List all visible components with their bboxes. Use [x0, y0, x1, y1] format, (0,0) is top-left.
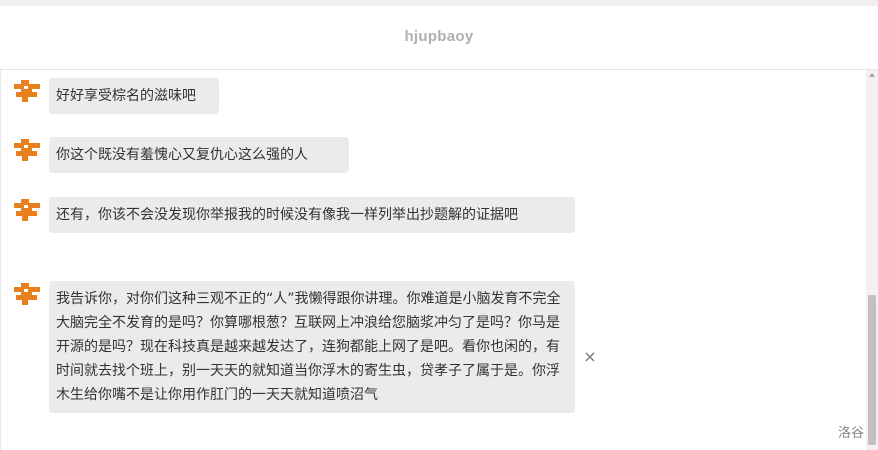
chat-title: hjupbaoy [404, 28, 474, 45]
scrollbar-thumb[interactable] [868, 295, 876, 445]
user-avatar-icon[interactable] [12, 197, 42, 223]
message-bubble: 好好享受棕名的滋味吧 [49, 78, 219, 114]
scroll-up-arrow-icon[interactable] [869, 73, 875, 77]
close-icon[interactable]: × [583, 349, 597, 365]
user-avatar-icon[interactable] [12, 78, 42, 104]
user-avatar-icon[interactable] [12, 137, 42, 163]
message-bubble: 我告诉你，对你们这种三观不正的“人”我懒得跟你讲理。你难道是小脑发育不完全大脑完… [49, 281, 575, 413]
chat-header: hjupbaoy [0, 6, 878, 70]
watermark-label: 洛谷 [838, 426, 865, 441]
user-avatar-icon[interactable] [12, 281, 42, 307]
message-bubble: 还有，你该不会没发现你举报我的时候没有像我一样列举出抄题解的证据吧 [49, 197, 575, 233]
message-list[interactable]: 好好享受棕名的滋味吧 你这个既没有羞愧心又复仇心这么强的人 还有，你该不会没发现… [0, 70, 866, 450]
message-bubble: 你这个既没有羞愧心又复仇心这么强的人 [49, 137, 349, 173]
scrollbar[interactable] [866, 70, 878, 450]
